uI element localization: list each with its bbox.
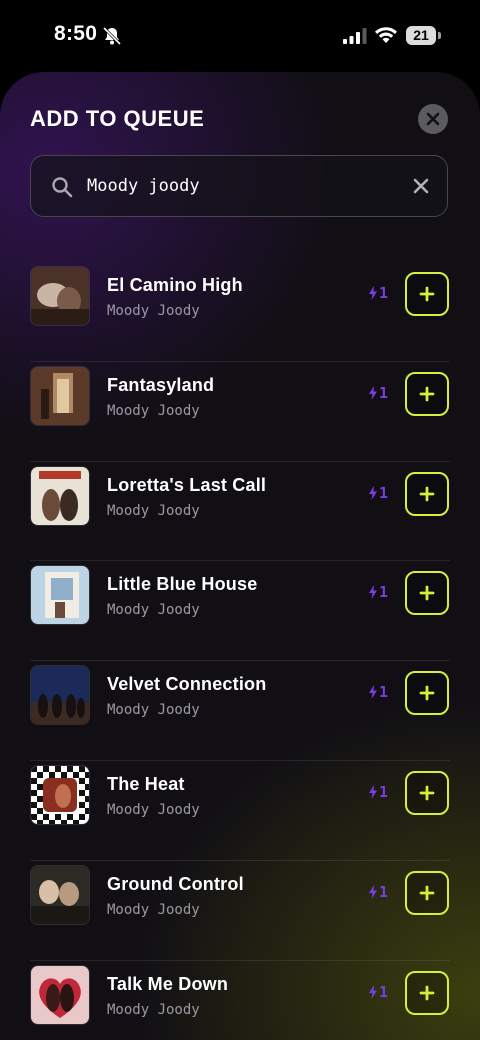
song-row[interactable]: Velvet Connection Moody Joody 1 xyxy=(30,661,450,761)
bell-muted-icon xyxy=(102,26,122,46)
add-button[interactable] xyxy=(405,870,449,915)
song-row[interactable]: Fantasyland Moody Joody 1 xyxy=(30,362,450,462)
add-button[interactable] xyxy=(405,272,449,316)
plus-icon xyxy=(419,585,435,601)
add-button[interactable] xyxy=(405,371,449,416)
song-artist: Moody Joody xyxy=(107,402,200,419)
cost-value: 1 xyxy=(379,284,389,302)
song-title: Velvet Connection xyxy=(107,674,267,695)
bolt-icon xyxy=(369,286,377,300)
album-art xyxy=(30,365,90,426)
plus-icon xyxy=(419,286,435,302)
close-button[interactable] xyxy=(418,104,448,134)
add-button[interactable] xyxy=(405,471,449,516)
wifi-icon xyxy=(375,27,397,43)
song-title: Loretta's Last Call xyxy=(107,474,267,495)
add-button[interactable] xyxy=(405,671,449,716)
bolt-icon xyxy=(369,585,377,600)
plus-icon xyxy=(419,885,435,901)
song-title: The Heat xyxy=(107,773,185,794)
bolt-icon xyxy=(369,485,377,500)
cost-badge: 1 xyxy=(368,384,388,402)
plus-icon xyxy=(419,386,435,402)
cost-value: 1 xyxy=(379,782,389,801)
add-button[interactable] xyxy=(405,770,449,815)
cost-value: 1 xyxy=(379,683,389,702)
song-artist: Moody Joody xyxy=(107,502,200,519)
plus-icon xyxy=(419,685,435,701)
song-row[interactable]: El Camino High Moody Joody 1 xyxy=(30,262,450,362)
song-row[interactable]: The Heat Moody Joody 1 xyxy=(30,761,450,861)
close-icon xyxy=(426,112,440,126)
status-bar: 8:50 21 xyxy=(0,0,480,72)
song-title: Little Blue House xyxy=(107,574,258,595)
album-art xyxy=(30,964,90,1025)
album-art xyxy=(30,764,90,825)
sheet-title: ADD TO QUEUE xyxy=(30,106,205,131)
song-artist: Moody Joody xyxy=(107,303,200,319)
cost-value: 1 xyxy=(379,882,389,901)
bolt-icon xyxy=(369,685,377,700)
album-art xyxy=(30,864,90,925)
cost-badge: 1 xyxy=(368,484,388,502)
bolt-icon xyxy=(369,385,377,400)
song-title: Ground Control xyxy=(107,873,244,894)
signal-icon xyxy=(343,28,367,44)
cost-value: 1 xyxy=(379,383,389,402)
song-title: El Camino High xyxy=(107,275,243,295)
search-input[interactable] xyxy=(87,170,387,202)
cost-value: 1 xyxy=(379,583,389,602)
song-row[interactable]: Loretta's Last Call Moody Joody 1 xyxy=(30,462,450,562)
bolt-icon xyxy=(369,984,377,999)
cost-badge: 1 xyxy=(368,983,388,1001)
cost-value: 1 xyxy=(379,982,389,1001)
song-list: El Camino High Moody Joody 1 Fantasyland… xyxy=(30,262,450,1040)
battery-icon: 21 xyxy=(406,26,441,45)
album-art xyxy=(30,266,90,326)
plus-icon xyxy=(419,486,435,501)
clear-icon[interactable] xyxy=(413,178,429,194)
song-artist: Moody Joody xyxy=(107,901,200,918)
song-row[interactable]: Little Blue House Moody Joody 1 xyxy=(30,561,450,662)
cost-badge: 1 xyxy=(368,683,388,701)
battery-level: 21 xyxy=(406,26,436,45)
plus-icon xyxy=(419,985,435,1000)
song-artist: Moody Joody xyxy=(107,801,200,818)
search-icon xyxy=(52,177,73,198)
cost-badge: 1 xyxy=(368,284,388,302)
song-artist: Moody Joody xyxy=(107,602,200,619)
song-title: Talk Me Down xyxy=(107,973,229,994)
cost-badge: 1 xyxy=(368,883,388,901)
song-row[interactable]: Ground Control Moody Joody 1 xyxy=(30,861,450,961)
cost-badge: 1 xyxy=(368,583,388,601)
song-title: Fantasyland xyxy=(107,374,215,395)
search-bar xyxy=(30,155,448,217)
add-button[interactable] xyxy=(405,571,449,616)
add-button[interactable] xyxy=(405,970,449,1015)
bolt-icon xyxy=(369,784,377,799)
song-row[interactable]: Talk Me Down Moody Joody 1 xyxy=(30,961,450,1040)
bolt-icon xyxy=(369,884,377,899)
song-artist: Moody Joody xyxy=(107,1001,200,1018)
song-artist: Moody Joody xyxy=(107,702,200,719)
plus-icon xyxy=(419,785,435,801)
album-art xyxy=(30,665,90,726)
add-to-queue-sheet: ADD TO QUEUE El Camino High Moody Joody … xyxy=(0,72,480,1040)
status-time: 8:50 xyxy=(54,22,98,45)
cost-value: 1 xyxy=(379,483,389,502)
cost-badge: 1 xyxy=(368,783,388,801)
album-art xyxy=(30,565,90,626)
album-art xyxy=(30,465,90,526)
